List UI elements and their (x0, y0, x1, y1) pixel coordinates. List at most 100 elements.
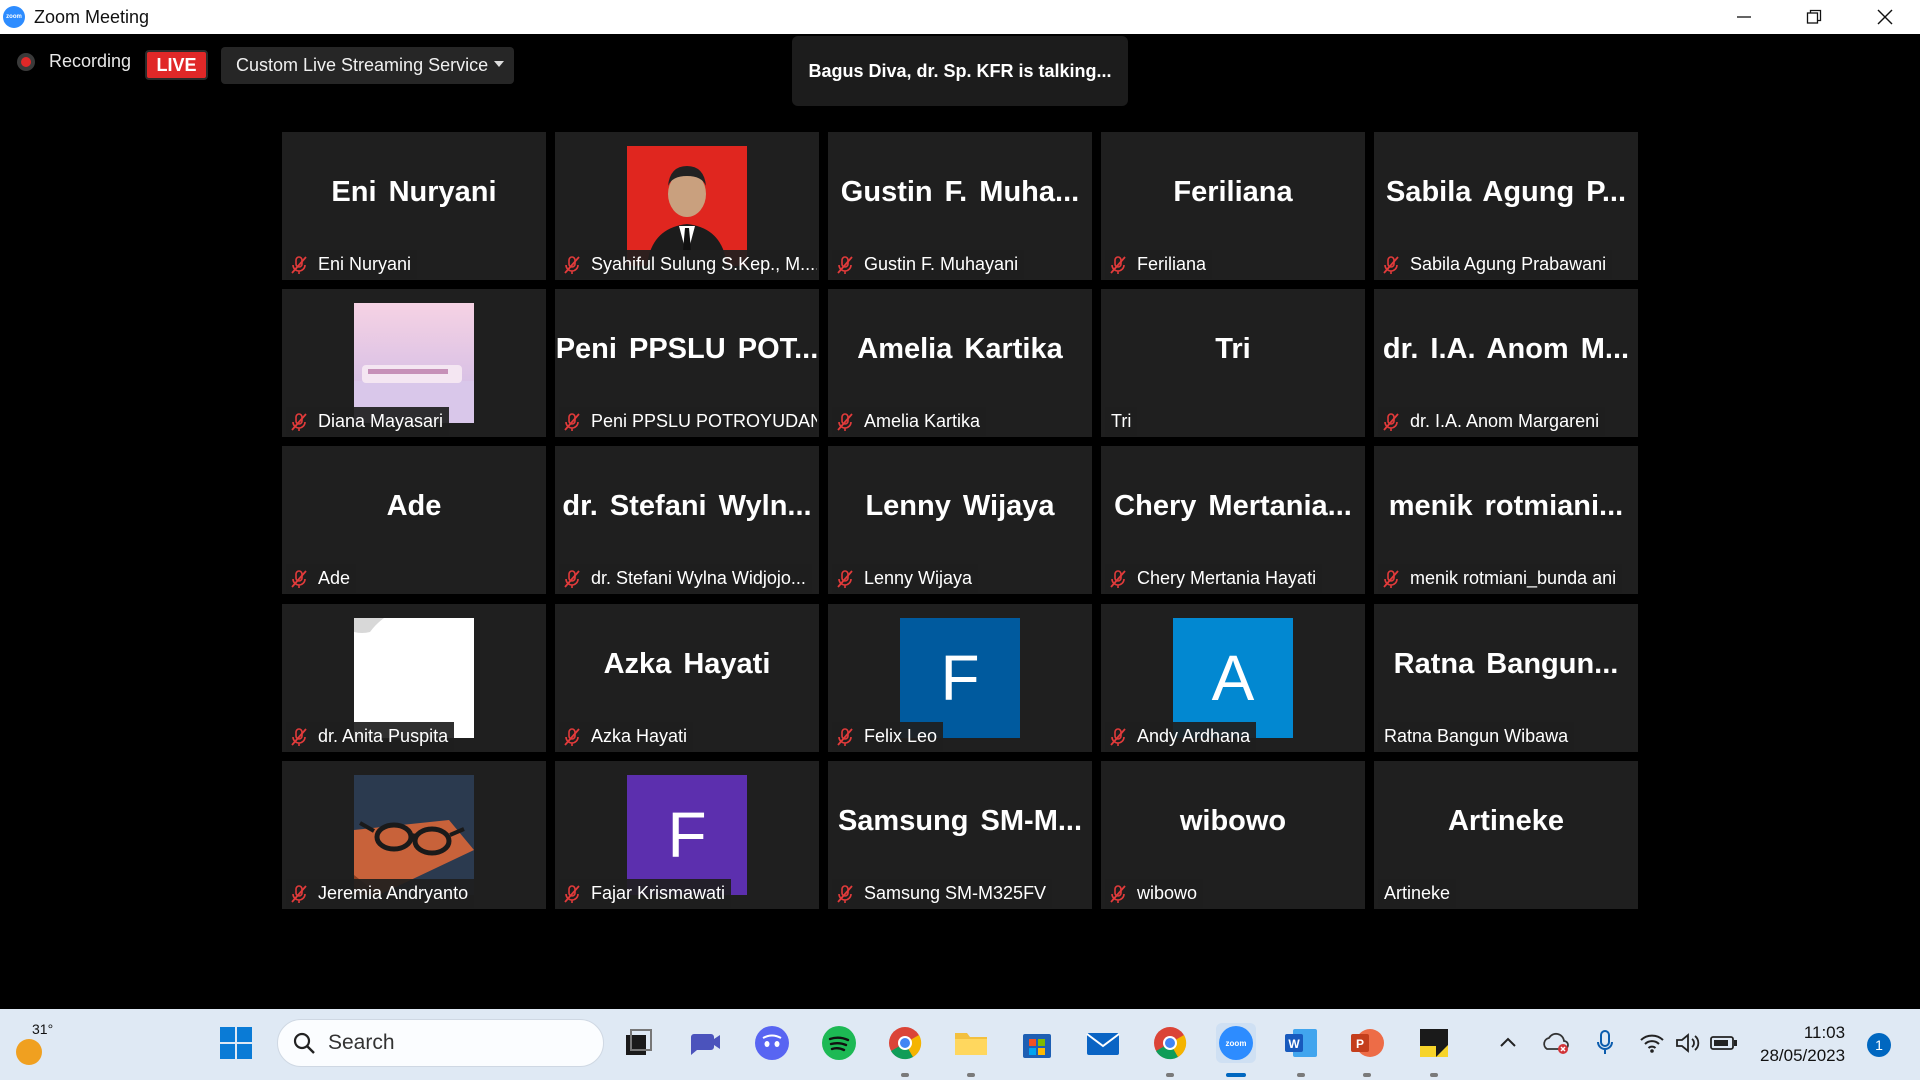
participant-nameplate: Gustin F. Muhayani (832, 250, 1025, 279)
participant-tile[interactable]: Sabila Agung P... Sabila Agung Prabawani (1374, 132, 1638, 280)
file-explorer-app[interactable] (951, 1023, 991, 1063)
participant-name: Tri (1111, 411, 1132, 431)
participant-tile[interactable]: A Andy Ardhana (1101, 604, 1365, 752)
participant-tile[interactable]: menik rotmiani... menik rotmiani_bunda an… (1374, 446, 1638, 594)
participant-tile[interactable]: Chery Mertania... Chery Mertania Hayati (1101, 446, 1365, 594)
participant-tile[interactable]: Lenny Wijaya Lenny Wijaya (828, 446, 1092, 594)
mail-app[interactable] (1083, 1023, 1123, 1063)
participant-tile[interactable]: Jeremia Andryanto (282, 761, 546, 909)
participant-display-name: Ade (386, 489, 442, 522)
participant-name: Sabila Agung Prabawani (1410, 254, 1607, 274)
participant-display-name: Gustin F. Muha... (840, 175, 1080, 208)
task-view-button[interactable] (618, 1023, 658, 1063)
participant-tile[interactable]: Amelia Kartika Amelia Kartika (828, 289, 1092, 437)
participant-nameplate: Peni PPSLU POTROYUDAN (559, 407, 817, 436)
spotify-icon (822, 1026, 856, 1060)
participant-tile[interactable]: Samsung SM-M... Samsung SM-M325FV (828, 761, 1092, 909)
meeting-area: Recording LIVE Custom Live Streaming Ser… (0, 34, 1920, 1009)
word-app[interactable]: W (1281, 1023, 1321, 1063)
microsoft-store-app[interactable] (1017, 1023, 1057, 1063)
weather-widget[interactable]: 31° (12, 1019, 58, 1069)
wifi-tray[interactable] (1632, 1023, 1672, 1063)
onedrive-tray[interactable] (1536, 1023, 1576, 1063)
battery-tray[interactable] (1704, 1023, 1744, 1063)
tray-overflow-button[interactable] (1488, 1023, 1528, 1063)
stream-service-dropdown[interactable]: Custom Live Streaming Service (221, 47, 514, 84)
participant-display-name: Chery Mertania... (1114, 489, 1352, 522)
close-button[interactable] (1850, 0, 1920, 34)
discord-app[interactable] (752, 1023, 792, 1063)
mic-muted-icon (1110, 255, 1126, 274)
participant-name: menik rotmiani_bunda ani (1410, 568, 1617, 588)
participant-tile[interactable]: dr. Anita Puspita (282, 604, 546, 752)
participant-tile[interactable]: Gustin F. Muha... Gustin F. Muhayani (828, 132, 1092, 280)
participant-display-name: wibowo (1179, 804, 1287, 837)
taskbar-clock[interactable]: 11:03 28/05/2023 (1760, 1021, 1845, 1067)
taskbar-search[interactable]: Search (277, 1019, 604, 1067)
participant-display-name: Samsung SM-M... (837, 804, 1083, 837)
participant-display-name: Ratna Bangun... (1393, 647, 1619, 680)
participant-avatar: A (1173, 618, 1293, 738)
discord-icon (755, 1026, 789, 1060)
participant-tile[interactable]: Feriliana Feriliana (1101, 132, 1365, 280)
participant-display-name: Feriliana (1173, 175, 1293, 208)
active-speaker-banner: Bagus Diva, dr. Sp. KFR is talking... (792, 36, 1128, 106)
zoom-app[interactable]: zoom (1216, 1023, 1256, 1063)
participant-avatar: F (627, 775, 747, 895)
participant-photo (354, 303, 474, 423)
participant-tile[interactable]: Tri Tri (1101, 289, 1365, 437)
mic-muted-icon (837, 569, 853, 588)
chrome-profile-app[interactable] (1150, 1023, 1190, 1063)
participant-tile[interactable]: dr. Stefani Wyln... dr. Stefani Wylna Wid… (555, 446, 819, 594)
participant-tile[interactable]: wibowo wibowo (1101, 761, 1365, 909)
participant-nameplate: Andy Ardhana (1105, 722, 1257, 751)
participant-tile[interactable]: F Fajar Krismawati (555, 761, 819, 909)
participant-tile[interactable]: Syahiful Sulung S.Kep., M.... (555, 132, 819, 280)
mic-muted-icon (1110, 884, 1126, 903)
participant-tile[interactable]: F Felix Leo (828, 604, 1092, 752)
participant-tile[interactable]: dr. I.A. Anom M... dr. I.A. Anom Margaren… (1374, 289, 1638, 437)
search-placeholder: Search (328, 1031, 395, 1054)
participant-tile[interactable]: Artineke Artineke (1374, 761, 1638, 909)
powerpoint-app[interactable]: P (1347, 1023, 1387, 1063)
participant-tile[interactable]: Ratna Bangun... Ratna Bangun Wibawa (1374, 604, 1638, 752)
chrome-app[interactable] (885, 1023, 925, 1063)
mic-muted-icon (291, 569, 307, 588)
recording-indicator[interactable]: Recording (17, 51, 131, 72)
minimize-button[interactable] (1709, 0, 1779, 34)
participant-nameplate: dr. Stefani Wylna Widjojo... (559, 564, 812, 593)
folder-icon (955, 1033, 987, 1055)
zoom-chat-app[interactable] (685, 1023, 725, 1063)
svg-text:W: W (1288, 1037, 1300, 1051)
participant-nameplate: Feriliana (1105, 250, 1213, 279)
participant-tile[interactable]: Ade Ade (282, 446, 546, 594)
participant-nameplate: Syahiful Sulung S.Kep., M.... (559, 250, 817, 279)
mic-muted-icon (291, 255, 307, 274)
participant-nameplate: Azka Hayati (559, 722, 694, 751)
notification-badge[interactable]: 1 (1867, 1033, 1891, 1057)
restore-button[interactable] (1779, 0, 1849, 34)
participant-nameplate: Ratna Bangun Wibawa (1378, 722, 1575, 751)
microphone-tray[interactable] (1585, 1023, 1625, 1063)
sticky-notes-icon (1420, 1029, 1448, 1057)
participant-nameplate: Tri (1105, 407, 1138, 436)
chrome-profile-icon (1154, 1027, 1187, 1060)
participant-tile[interactable]: Peni PPSLU POT... Peni PPSLU POTROYUDAN (555, 289, 819, 437)
participant-name: Felix Leo (864, 726, 938, 746)
participant-display-name: Sabila Agung P... (1385, 175, 1627, 208)
sticky-notes-app[interactable] (1414, 1023, 1454, 1063)
live-badge[interactable]: LIVE (145, 50, 208, 80)
participant-tile[interactable]: Eni Nuryani Eni Nuryani (282, 132, 546, 280)
record-icon (17, 52, 35, 71)
spotify-app[interactable] (819, 1023, 859, 1063)
participant-photo (627, 146, 747, 266)
participant-display-name: Eni Nuryani (331, 175, 497, 208)
participant-display-name: Peni PPSLU POT... (555, 332, 819, 365)
mic-muted-icon (837, 884, 853, 903)
volume-tray[interactable] (1667, 1023, 1707, 1063)
start-button[interactable] (216, 1023, 256, 1063)
participant-tile[interactable]: Diana Mayasari (282, 289, 546, 437)
restore-icon (1806, 9, 1822, 24)
participant-tile[interactable]: Azka Hayati Azka Hayati (555, 604, 819, 752)
participant-display-name: Tri (1215, 332, 1251, 365)
